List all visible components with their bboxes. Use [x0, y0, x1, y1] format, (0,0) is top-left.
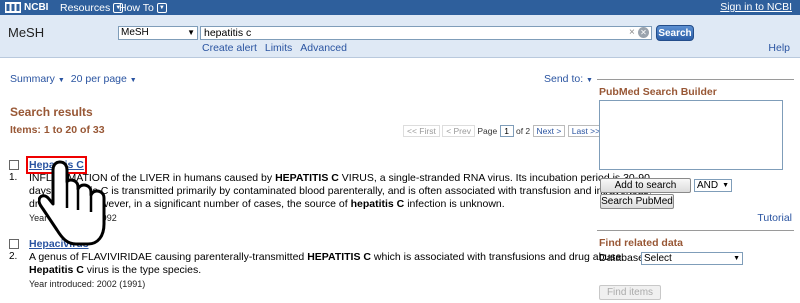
sidebar-divider: [597, 230, 794, 231]
clear-x-icon[interactable]: ×: [629, 26, 635, 40]
database-select[interactable]: MeSH ▼: [118, 26, 198, 40]
results-count: Items: 1 to 20 of 33: [10, 124, 105, 136]
result-year: Year introduced: 2002 (1991): [29, 279, 146, 289]
chevron-down-icon: ▼: [187, 28, 195, 37]
result-description-line: Hepatitis C virus is the type species.: [29, 264, 201, 277]
first-page-button[interactable]: << First: [403, 125, 440, 137]
summary-format-menu[interactable]: Summary ▼: [10, 73, 65, 85]
search-header: MeSH MeSH ▼ hepatitis c × ✕ Search Creat…: [0, 15, 800, 58]
per-page-menu[interactable]: 20 per page ▼: [71, 73, 137, 85]
howto-label: How To: [119, 1, 154, 14]
search-links: Create alert Limits Advanced: [202, 42, 347, 54]
highlight-term: Hepatitis C: [29, 264, 84, 276]
page-label: Page: [477, 126, 498, 136]
resources-menu[interactable]: Resources ▼: [60, 1, 124, 14]
summary-label: Summary: [10, 73, 55, 85]
boolean-operator-select[interactable]: AND ▼: [694, 179, 732, 192]
send-to-label: Send to:: [544, 73, 584, 85]
search-input-value: hepatitis c: [204, 27, 252, 39]
find-items-button[interactable]: Find items: [599, 285, 661, 300]
chevron-down-icon: ▼: [156, 2, 167, 13]
related-database-select[interactable]: Select ▼: [641, 252, 743, 265]
related-data-heading: Find related data: [599, 237, 684, 249]
text-segment: which is associated with transfusions an…: [370, 251, 625, 263]
ncbi-logo-icon: [5, 2, 21, 13]
ncbi-logo[interactable]: NCBI: [5, 1, 48, 14]
highlight-term: hepatitis C: [350, 198, 405, 210]
chevron-down-icon: ▼: [733, 255, 740, 262]
clear-search-icon[interactable]: ✕: [638, 27, 649, 38]
page-total: of 2: [515, 126, 531, 136]
database-name: MeSH: [8, 25, 45, 40]
signin-link[interactable]: Sign in to NCBI: [720, 1, 792, 13]
result-number: 1.: [9, 172, 18, 183]
result-description-line: A genus of FLAVIVIRIDAE causing parenter…: [29, 251, 624, 264]
display-options: Summary ▼ 20 per page ▼: [10, 73, 137, 85]
create-alert-link[interactable]: Create alert: [202, 42, 257, 54]
related-database-value: Select: [644, 253, 672, 264]
resources-label: Resources: [60, 1, 111, 14]
howto-menu[interactable]: How To ▼: [119, 1, 167, 14]
page: NCBI Resources ▼ How To ▼ Sign in to NCB…: [0, 0, 800, 303]
result-checkbox[interactable]: [9, 160, 19, 170]
database-label: Database:: [599, 252, 647, 264]
pager: << First < Prev Page 1 of 2 Next > Last …: [403, 125, 605, 137]
highlight-term: HEPATITIS C: [307, 251, 371, 263]
text-segment: A genus of FLAVIVIRIDAE causing parenter…: [29, 251, 308, 263]
text-segment: virus is the type species.: [83, 264, 202, 276]
search-builder-heading: PubMed Search Builder: [599, 86, 717, 98]
search-builder-textarea[interactable]: [599, 100, 783, 170]
caret-down-icon: ▼: [586, 77, 593, 84]
caret-down-icon: ▼: [57, 77, 65, 84]
tutorial-link[interactable]: Tutorial: [757, 212, 792, 224]
search-input[interactable]: hepatitis c: [200, 26, 652, 40]
result-checkbox[interactable]: [9, 239, 19, 249]
result-number: 2.: [9, 251, 18, 262]
help-link[interactable]: Help: [768, 42, 790, 54]
chevron-down-icon: ▼: [722, 182, 729, 189]
database-select-value: MeSH: [121, 27, 149, 38]
result-description-line: days. Hepatitis C is transmitted primari…: [29, 185, 649, 197]
result-description-line: INFLAMMATION of the LIVER in humans caus…: [29, 172, 650, 185]
ncbi-logo-text: NCBI: [24, 2, 49, 13]
per-page-label: 20 per page: [70, 73, 127, 85]
limits-link[interactable]: Limits: [265, 42, 292, 54]
send-to-menu[interactable]: Send to: ▼: [544, 73, 593, 85]
highlight-term: HEPATITIS C: [275, 172, 339, 184]
add-to-search-builder-button[interactable]: Add to search builder: [600, 178, 691, 204]
search-pubmed-button[interactable]: Search PubMed: [600, 194, 674, 209]
caret-down-icon: ▼: [129, 77, 137, 84]
prev-page-button[interactable]: < Prev: [442, 125, 475, 137]
page-number-input[interactable]: 1: [499, 125, 514, 137]
hand-pointer-icon: [38, 160, 106, 246]
advanced-link[interactable]: Advanced: [300, 42, 347, 54]
search-button[interactable]: Search: [656, 25, 694, 41]
text-segment: infection is unknown.: [404, 198, 505, 210]
next-page-button[interactable]: Next >: [532, 125, 566, 137]
ncbi-topbar: NCBI Resources ▼ How To ▼ Sign in to NCB…: [0, 0, 800, 15]
results-heading: Search results: [10, 105, 93, 119]
sidebar-divider: [597, 79, 794, 80]
boolean-operator-value: AND: [697, 180, 719, 191]
